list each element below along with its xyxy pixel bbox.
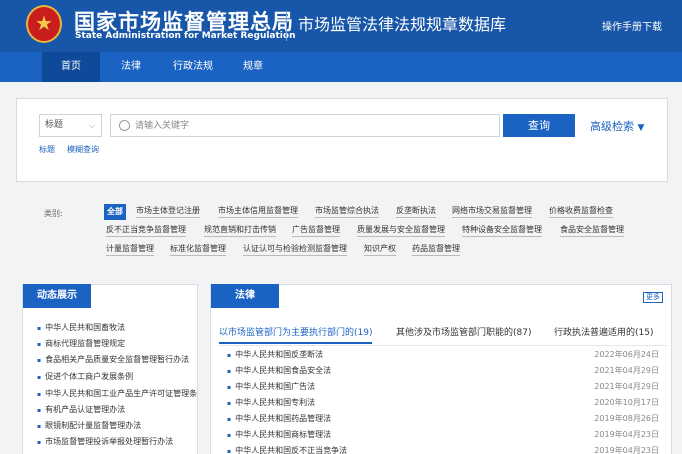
law-title: 中华人民共和国反垄断法 [227,349,323,360]
category-chip[interactable]: 市场监管综合执法 [315,206,379,218]
law-title: 中华人民共和国商标管理法 [227,429,331,440]
nav-home[interactable]: 首页 [42,52,100,82]
more-link[interactable]: 更多 [643,292,663,303]
law-row[interactable]: 中华人民共和国反不正当竞争法 2019年04月23日 [219,445,659,454]
keyword-box [110,114,500,137]
law-panel: 法律 更多 以市场监管部门为主要执行部门的(19) 其他涉及市场监管部门职能的(… [210,284,672,454]
law-date: 2021年04月29日 [594,366,659,375]
law-date: 2021年04月29日 [594,382,659,391]
law-row[interactable]: 中华人民共和国专利法 2020年10月17日 [219,397,659,411]
header-divider [286,11,287,41]
list-item[interactable]: 中华人民共和国工业产品生产许可证管理条例 [37,388,197,399]
law-date: 2019年08月26日 [594,414,659,423]
national-emblem-icon: ★ [26,5,62,43]
list-item[interactable]: 食品相关产品质量安全监督管理暂行办法 [37,354,197,365]
law-title: 中华人民共和国药品管理法 [227,413,331,424]
nav-admin-regulations[interactable]: 行政法规 [164,52,222,82]
org-name-en: State Administration for Market Regulati… [75,31,296,41]
database-title: 市场监管法律法规规章数据库 [298,15,507,34]
dynamics-panel-title: 动态展示 [23,284,91,308]
category-chip[interactable]: 市场主体信用监督管理 [218,206,298,218]
law-date: 2019年04月23日 [594,430,659,439]
category-chip[interactable]: 价格收费监督检查 [549,206,613,218]
category-chip[interactable]: 知识产权 [364,244,396,256]
category-label: 类别: [44,209,63,218]
law-title: 中华人民共和国食品安全法 [227,365,331,376]
law-panel-title: 法律 [211,284,279,308]
category-chip[interactable]: 计量监督管理 [106,244,154,256]
chevron-down-icon: ⌵ [88,121,95,130]
category-chip-all[interactable]: 全部 [104,204,126,220]
law-title: 中华人民共和国专利法 [227,397,315,408]
law-title: 中华人民共和国广告法 [227,381,315,392]
search-field-value: 标题 [45,120,64,130]
law-row[interactable]: 中华人民共和国广告法 2021年04月29日 [219,381,659,395]
category-chip[interactable]: 广告监督管理 [292,225,340,237]
search-icon [119,120,130,131]
list-item[interactable]: 市场监督管理投诉举报处理暂行办法 [37,436,197,447]
list-item[interactable]: 促进个体工商户发展条例 [37,371,197,382]
tab-divider [219,345,667,346]
search-panel: 标题 ⌵ 查询 高级检索 ▼ 标题 模糊查询 [16,98,668,182]
query-button[interactable]: 查询 [503,114,575,137]
tab-general-enforcement[interactable]: 行政执法普遍适用的(15) [554,325,653,338]
category-chip[interactable]: 标准化监督管理 [170,244,226,256]
advanced-search-link[interactable]: 高级检索 ▼ [590,118,644,134]
caret-down-icon: ▼ [637,123,645,133]
law-row[interactable]: 中华人民共和国食品安全法 2021年04月29日 [219,365,659,379]
category-chip[interactable]: 药品监督管理 [412,244,460,256]
nav-laws[interactable]: 法律 [108,52,154,82]
list-item[interactable]: 眼镜制配计量监督管理办法 [37,420,197,431]
site-header: ★ 国家市场监督管理总局 State Administration for Ma… [0,0,682,52]
law-title: 中华人民共和国反不正当竞争法 [227,445,347,454]
dynamics-panel: 动态展示 中华人民共和国畜牧法 商标代理监督管理规定 食品相关产品质量安全监督管… [22,284,198,454]
list-item[interactable]: 商标代理监督管理规定 [37,338,197,349]
list-item[interactable]: 中华人民共和国畜牧法 [37,322,197,333]
category-chip[interactable]: 网络市场交易监督管理 [452,206,532,218]
manual-download-link[interactable]: 操作手册下载 [602,18,662,33]
main-nav: 首页 法律 行政法规 规章 [0,52,682,82]
list-item[interactable]: 有机产品认证管理办法 [37,404,197,415]
category-chip[interactable]: 质量发展与安全监督管理 [357,225,445,237]
nav-rules[interactable]: 规章 [232,52,274,82]
category-chip[interactable]: 反不正当竞争监督管理 [106,225,186,237]
law-date: 2020年10月17日 [594,398,659,407]
law-row[interactable]: 中华人民共和国商标管理法 2019年04月23日 [219,429,659,443]
advanced-search-label: 高级检索 [590,120,634,133]
category-chip[interactable]: 认证认可与检验检测监督管理 [243,244,347,256]
option-title[interactable]: 标题 [39,144,55,155]
category-chip[interactable]: 特种设备安全监督管理 [462,225,542,237]
tab-related-functions[interactable]: 其他涉及市场监管部门职能的(87) [396,325,531,338]
law-row[interactable]: 中华人民共和国反垄断法 2022年06月24日 [219,349,659,363]
category-chip[interactable]: 规范直销和打击传销 [204,225,276,237]
search-field-select[interactable]: 标题 ⌵ [39,114,102,137]
law-date: 2019年04月23日 [594,446,659,454]
option-fuzzy[interactable]: 模糊查询 [67,144,99,155]
category-chip[interactable]: 反垄断执法 [396,206,436,218]
category-chip[interactable]: 市场主体登记注册 [136,206,200,218]
law-date: 2022年06月24日 [594,350,659,359]
tab-main-executor[interactable]: 以市场监管部门为主要执行部门的(19) [219,325,373,344]
category-chip[interactable]: 食品安全监督管理 [560,225,624,237]
keyword-input[interactable] [135,118,485,133]
law-row[interactable]: 中华人民共和国药品管理法 2019年08月26日 [219,413,659,427]
